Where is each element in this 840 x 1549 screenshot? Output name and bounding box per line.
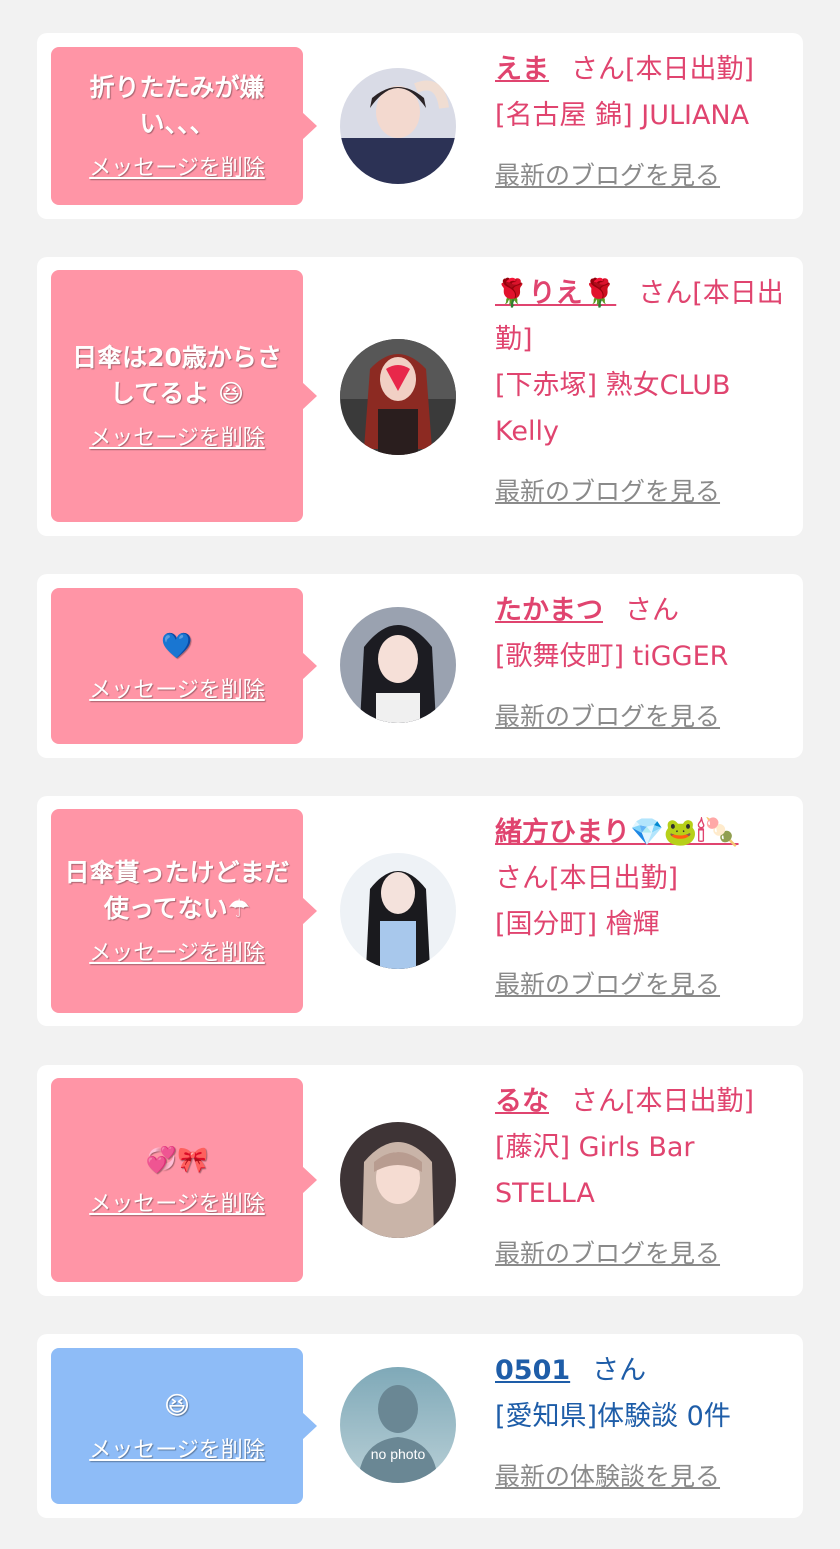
blog-link[interactable]: 最新のブログを見る — [495, 694, 785, 740]
avatar[interactable]: no photo — [340, 1367, 456, 1483]
avatar-photo — [340, 1122, 456, 1238]
cast-name-link[interactable]: たかまつ — [495, 595, 603, 626]
message-bubble: 💙 メッセージを削除 — [51, 588, 317, 744]
message-card: 😆 メッセージを削除 no photo 0501 さん [愛知県]体験談 0件 最… — [37, 1334, 803, 1518]
cast-info: たかまつ さん [歌舞伎町] tiGGER 最新のブログを見る — [495, 588, 785, 740]
no-photo-text: no photo — [371, 1446, 426, 1462]
cast-info: るな さん[本日出勤] [藤沢] Girls Bar STELLA 最新のブログを… — [495, 1079, 785, 1277]
shop-name: [国分町] 檜輝 — [495, 909, 660, 940]
avatar-photo — [340, 853, 456, 969]
blog-link[interactable]: 最新のブログを見る — [495, 962, 785, 1008]
avatar[interactable] — [340, 607, 456, 723]
message-card: 折りたたみが嫌い、、、 メッセージを削除 えま さん[本日出勤] [名古屋 錦] … — [37, 33, 803, 219]
blog-link[interactable]: 最新のブログを見る — [495, 1231, 785, 1277]
reviews-link[interactable]: 最新の体験談を見る — [495, 1454, 785, 1500]
cast-suffix: さん[本日出勤] — [571, 1086, 755, 1117]
cast-name-link[interactable]: 緒方ひまり💎🐸🕯🍡 — [495, 817, 739, 848]
cast-name-link[interactable]: えま — [495, 54, 549, 85]
message-text: 折りたたみが嫌い、、、 — [89, 73, 265, 138]
cast-suffix: さん[本日出勤] — [495, 863, 679, 894]
delete-message-link[interactable]: メッセージを削除 — [89, 935, 265, 967]
user-name-link[interactable]: 0501 — [495, 1355, 570, 1386]
shop-name: [藤沢] Girls Bar STELLA — [495, 1132, 695, 1209]
message-bubble: 折りたたみが嫌い、、、 メッセージを削除 — [51, 47, 317, 205]
cast-info: えま さん[本日出勤] [名古屋 錦] JULIANA 最新のブログを見る — [495, 47, 785, 199]
message-card: 💞🎀 メッセージを削除 るな さん[本日出勤] [藤沢] Girls Bar ST… — [37, 1065, 803, 1296]
blog-link[interactable]: 最新のブログを見る — [495, 153, 785, 199]
cast-suffix: さん[本日出勤] — [571, 54, 755, 85]
avatar[interactable] — [340, 1122, 456, 1238]
delete-message-link[interactable]: メッセージを削除 — [89, 420, 265, 452]
message-text: 日傘貰ったけどまだ使ってない☂ — [64, 858, 290, 923]
message-bubble: 😆 メッセージを削除 — [51, 1348, 317, 1504]
avatar-photo — [340, 68, 456, 184]
message-text: 💞🎀 — [145, 1145, 209, 1174]
cast-suffix: さん — [625, 595, 679, 626]
blog-link[interactable]: 最新のブログを見る — [495, 469, 785, 515]
shop-name: [名古屋 錦] JULIANA — [495, 100, 750, 131]
delete-message-link[interactable]: メッセージを削除 — [89, 672, 265, 704]
user-suffix: さん — [592, 1355, 647, 1386]
message-bubble: 💞🎀 メッセージを削除 — [51, 1078, 317, 1282]
shop-name: [歌舞伎町] tiGGER — [495, 641, 729, 672]
avatar-photo — [340, 339, 456, 455]
shop-name: [下赤塚] 熟女CLUB Kelly — [495, 370, 731, 447]
avatar[interactable] — [340, 853, 456, 969]
message-card: 💙 メッセージを削除 たかまつ さん [歌舞伎町] tiGGER 最新のブログを見… — [37, 574, 803, 758]
avatar-photo — [340, 607, 456, 723]
user-info: 0501 さん [愛知県]体験談 0件 最新の体験談を見る — [495, 1348, 785, 1500]
message-bubble: 日傘は20歳からさしてるよ 😆 メッセージを削除 — [51, 270, 317, 522]
avatar[interactable] — [340, 68, 456, 184]
message-text: 😆 — [163, 1391, 191, 1420]
message-text: 💙 — [161, 631, 193, 660]
delete-message-link[interactable]: メッセージを削除 — [89, 1432, 265, 1464]
message-card: 日傘貰ったけどまだ使ってない☂ メッセージを削除 緒方ひまり💎🐸🕯🍡 さん[本日… — [37, 796, 803, 1026]
avatar[interactable] — [340, 339, 456, 455]
delete-message-link[interactable]: メッセージを削除 — [89, 1186, 265, 1218]
message-bubble: 日傘貰ったけどまだ使ってない☂ メッセージを削除 — [51, 809, 317, 1013]
review-count: [愛知県]体験談 0件 — [495, 1401, 731, 1432]
message-card: 日傘は20歳からさしてるよ 😆 メッセージを削除 🌹りえ🌹 さん[本日出勤] [下… — [37, 257, 803, 536]
cast-name-link[interactable]: 🌹りえ🌹 — [495, 278, 616, 309]
cast-info: 緒方ひまり💎🐸🕯🍡 さん[本日出勤] [国分町] 檜輝 最新のブログを見る — [495, 810, 785, 1008]
message-text: 日傘は20歳からさしてるよ 😆 — [72, 343, 282, 408]
delete-message-link[interactable]: メッセージを削除 — [89, 150, 265, 182]
cast-name-link[interactable]: るな — [495, 1086, 549, 1117]
cast-info: 🌹りえ🌹 さん[本日出勤] [下赤塚] 熟女CLUB Kelly 最新のブログを見… — [495, 271, 785, 515]
no-photo-avatar: no photo — [340, 1367, 456, 1483]
